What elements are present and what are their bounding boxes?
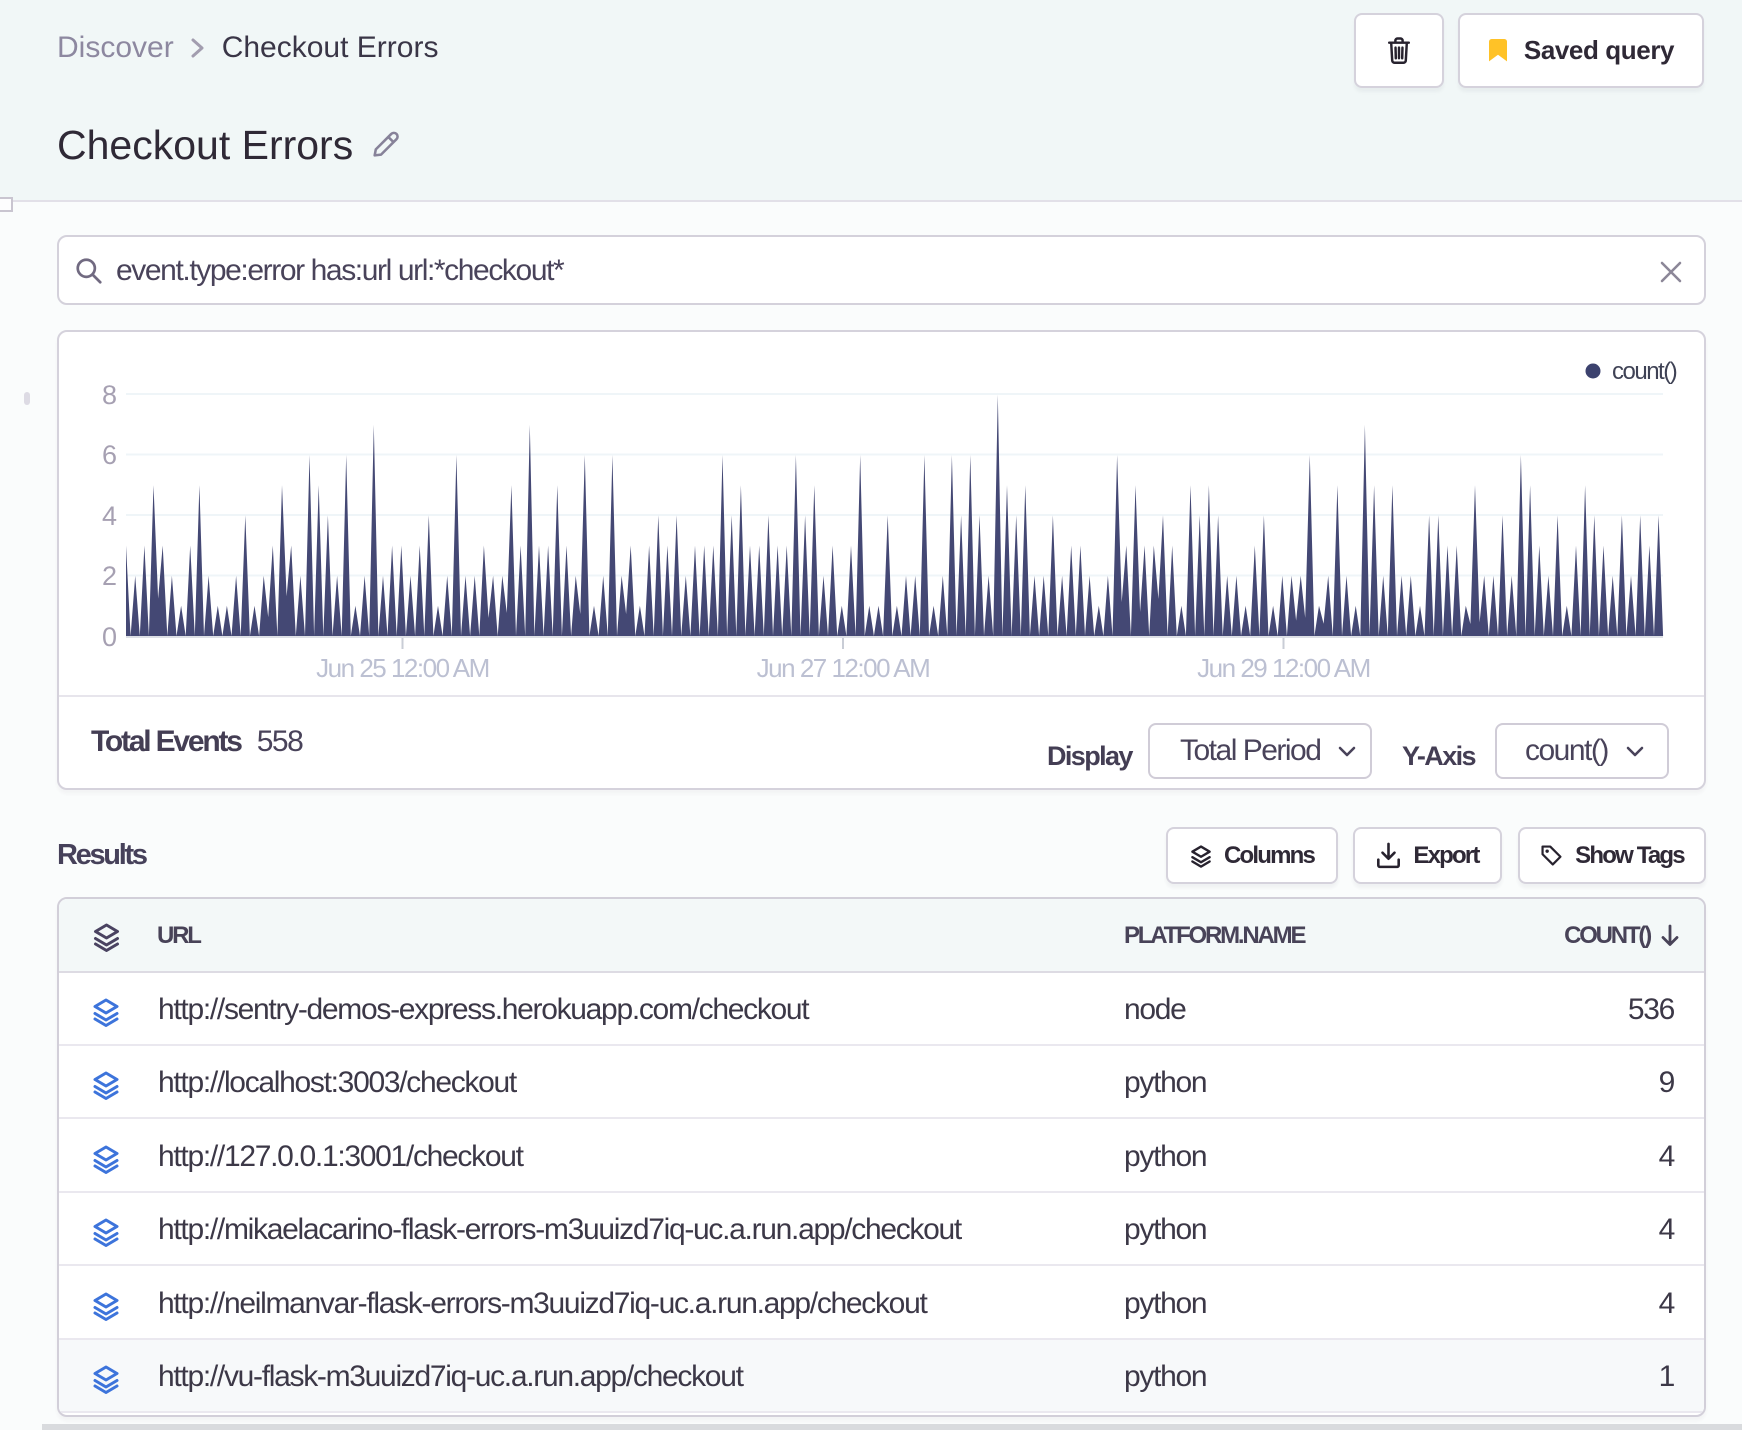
svg-text:4: 4: [102, 501, 117, 531]
svg-text:8: 8: [102, 380, 117, 410]
svg-text:Jun 27 12:00 AM: Jun 27 12:00 AM: [757, 653, 930, 683]
svg-text:6: 6: [102, 440, 117, 470]
svg-text:2: 2: [102, 561, 117, 591]
svg-text:0: 0: [102, 622, 117, 652]
svg-text:count(): count(): [1612, 358, 1677, 385]
svg-text:Jun 29 12:00 AM: Jun 29 12:00 AM: [1197, 653, 1370, 683]
svg-text:Jun 25 12:00 AM: Jun 25 12:00 AM: [316, 653, 489, 683]
